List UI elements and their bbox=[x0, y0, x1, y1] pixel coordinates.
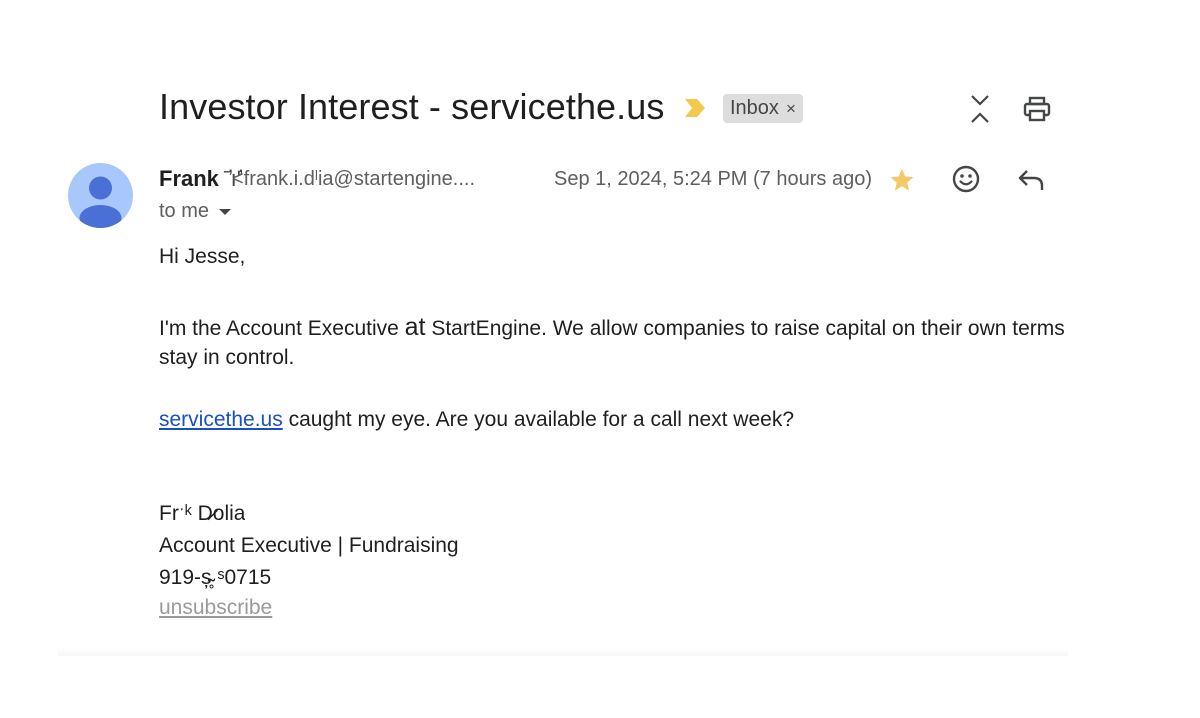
body-paragraph-1-line-2: stay in control. bbox=[159, 346, 295, 369]
signature-name: Frˑᵏ D̷olia bbox=[159, 502, 246, 522]
website-link[interactable]: servicethe.us bbox=[159, 408, 283, 431]
print-icon[interactable] bbox=[1022, 94, 1052, 124]
recipient-details-toggle[interactable]: to me bbox=[159, 200, 232, 223]
greeting-text: Hi Jesse, bbox=[159, 245, 246, 268]
add-reaction-icon[interactable] bbox=[951, 164, 981, 194]
para1-part2: StartEngine. We allow companies to raise… bbox=[425, 317, 1065, 340]
sender-first-name: Frank bbox=[159, 166, 219, 191]
message-bottom-divider bbox=[58, 648, 1068, 656]
para1-at: at bbox=[404, 313, 426, 341]
reply-icon[interactable] bbox=[1016, 165, 1046, 195]
signature-title: Account Executive | Fundraising bbox=[159, 534, 459, 557]
unsubscribe-link[interactable]: unsubscribe bbox=[159, 596, 272, 620]
recipient-label: to me bbox=[159, 200, 210, 222]
body-paragraph-2: servicethe.us caught my eye. Are you ava… bbox=[159, 408, 794, 432]
inbox-label-chip[interactable]: Inbox × bbox=[723, 94, 803, 123]
star-icon[interactable] bbox=[887, 165, 917, 195]
sender-name[interactable]: Frank ˉ̓ıʹ̕ bbox=[159, 166, 241, 192]
email-date: Sep 1, 2024, 5:24 PM (7 hours ago) bbox=[554, 168, 872, 190]
para1-part1: I'm the Account Executive bbox=[159, 317, 405, 340]
sender-avatar[interactable] bbox=[68, 163, 133, 228]
sender-email: <frank.i.dˡia@startengine.... bbox=[232, 168, 476, 190]
remove-label-icon[interactable]: × bbox=[786, 99, 796, 119]
email-subject: Investor Interest - servicethe.us bbox=[159, 86, 665, 127]
chevron-down-icon bbox=[219, 208, 232, 215]
default-avatar-icon bbox=[79, 176, 122, 228]
body-paragraph-1: I'm the Account Executive at StartEngine… bbox=[159, 313, 1065, 342]
signature-phone: 919-ș̴̥ ˢ0715 bbox=[159, 566, 272, 589]
collapse-all-icon[interactable] bbox=[965, 94, 995, 124]
para2-rest: caught my eye. Are you available for a c… bbox=[282, 408, 795, 431]
inbox-label-text: Inbox bbox=[730, 97, 779, 119]
importance-marker-icon[interactable] bbox=[683, 97, 707, 119]
